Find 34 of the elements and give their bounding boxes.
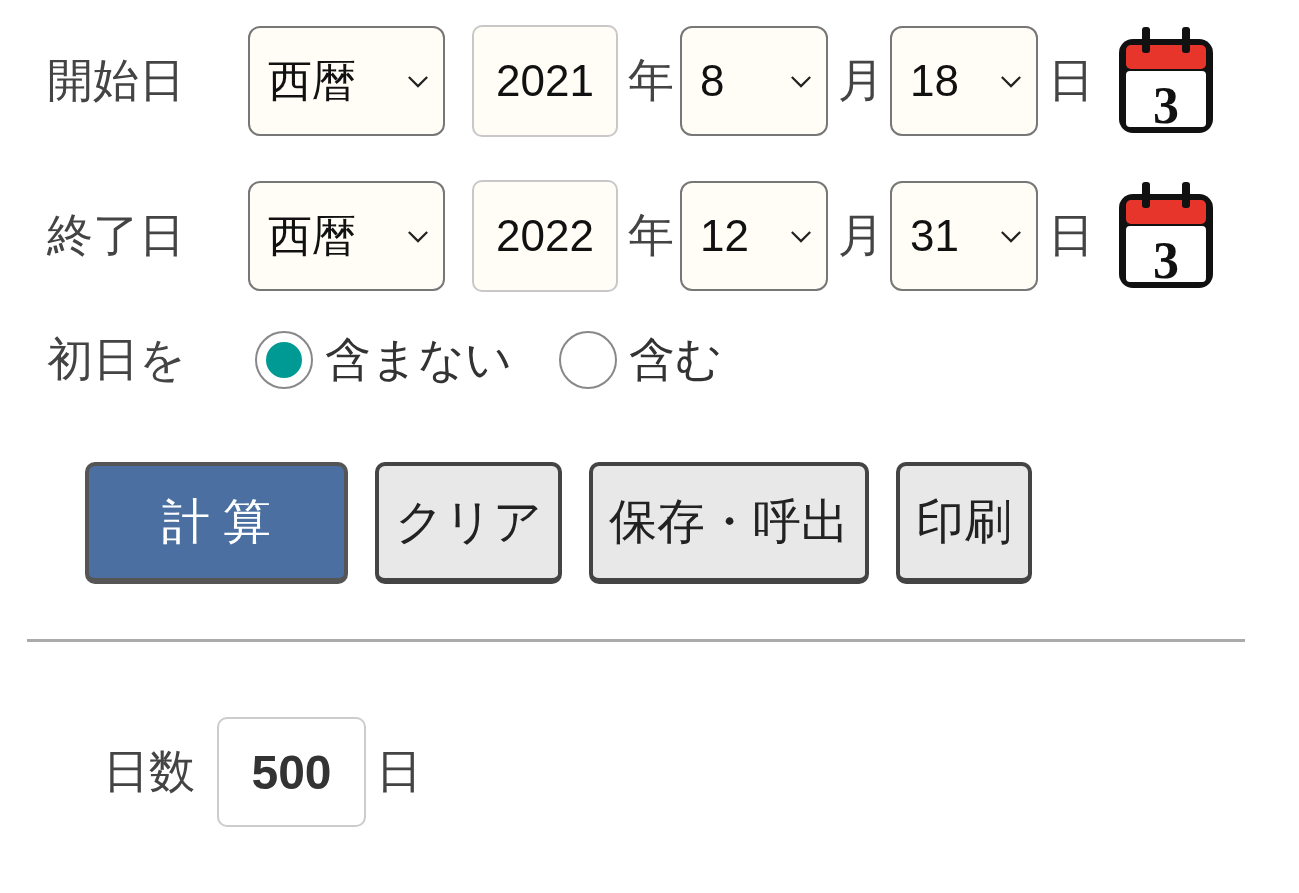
unit-label: 年	[628, 53, 674, 108]
day-dropdown[interactable]: 31	[890, 181, 1038, 291]
unit-label: 月	[838, 208, 884, 263]
year-field[interactable]: 2022	[472, 180, 618, 292]
radio-button[interactable]	[559, 331, 617, 389]
caret-icon	[407, 229, 429, 243]
caret-icon	[1000, 74, 1022, 88]
caret-icon	[790, 74, 812, 88]
month-dropdown[interactable]: 8	[680, 26, 828, 136]
unit-label: 月	[838, 53, 884, 108]
row-label: 終了日	[47, 208, 186, 263]
caret-icon	[407, 74, 429, 88]
result-label: 日数	[103, 744, 195, 799]
result-field: 500	[217, 717, 366, 827]
caret-icon	[1000, 229, 1022, 243]
caret-icon	[790, 229, 812, 243]
year-field[interactable]: 2021	[472, 25, 618, 137]
unit-label: 年	[628, 208, 674, 263]
day-dropdown[interactable]: 18	[890, 26, 1038, 136]
unit-label: 日	[1048, 208, 1094, 263]
radio-label[interactable]: 含まない	[325, 329, 512, 391]
action-button[interactable]: 計 算	[85, 462, 348, 584]
action-button[interactable]: クリア	[375, 462, 562, 584]
era-dropdown[interactable]: 西暦	[248, 26, 445, 136]
month-dropdown[interactable]: 12	[680, 181, 828, 291]
action-button[interactable]: 印刷	[896, 462, 1032, 584]
unit-label: 日	[376, 744, 422, 799]
row-label: 開始日	[47, 53, 186, 108]
radio-label[interactable]: 含む	[629, 329, 722, 391]
era-dropdown[interactable]: 西暦	[248, 181, 445, 291]
row-label: 初日を	[47, 332, 187, 387]
radio-button[interactable]	[255, 331, 313, 389]
unit-label: 日	[1048, 53, 1094, 108]
action-button[interactable]: 保存・呼出	[589, 462, 869, 584]
